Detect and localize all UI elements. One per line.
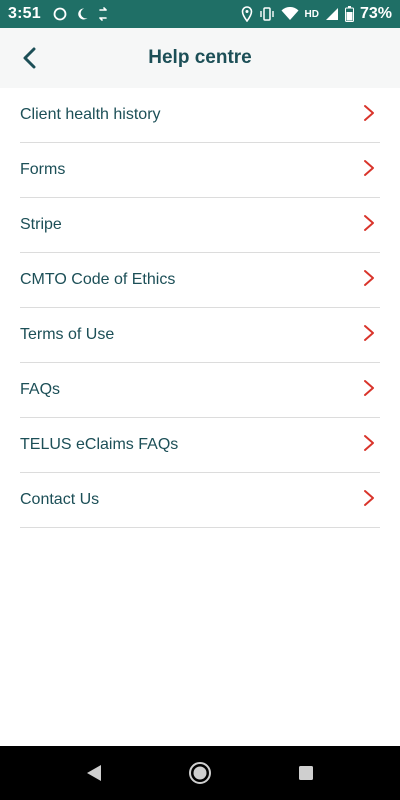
status-right-icons: HD 73%: [241, 5, 392, 23]
wifi-icon: [281, 7, 299, 21]
nav-back-button[interactable]: [80, 759, 108, 787]
menu-item-telus-eclaims-faqs[interactable]: TELUS eClaims FAQs: [20, 418, 380, 473]
vibrate-icon: [259, 7, 275, 21]
chevron-right-icon: [362, 269, 380, 292]
menu-item-label: Contact Us: [20, 491, 100, 508]
network-type: HD: [304, 8, 319, 20]
sync-icon: [97, 7, 109, 21]
page-title: Help centre: [148, 47, 252, 68]
chevron-right-icon: [362, 434, 380, 457]
chevron-right-icon: [362, 159, 380, 182]
recents-square-icon: [297, 764, 315, 782]
help-menu-list: Client health history Forms Stripe CMTO …: [20, 88, 380, 528]
back-chevron-icon: [22, 47, 38, 69]
location-icon: [241, 6, 253, 22]
help-centre-screen: 3:51 HD 73% Help centre Client health hi…: [0, 0, 400, 800]
battery-percent: 73%: [359, 5, 392, 22]
chevron-right-icon: [362, 489, 380, 512]
nav-recents-button[interactable]: [292, 759, 320, 787]
menu-item-label: FAQs: [20, 381, 61, 398]
app-header: Help centre: [0, 28, 400, 88]
chevron-right-icon: [362, 104, 380, 127]
signal-icon: [325, 7, 339, 21]
circle-icon: [53, 7, 67, 21]
chevron-right-icon: [362, 214, 380, 237]
back-button[interactable]: [14, 42, 46, 74]
nav-home-button[interactable]: [186, 759, 214, 787]
status-bar: 3:51 HD 73%: [0, 0, 400, 28]
chevron-right-icon: [362, 324, 380, 347]
menu-item-label: Stripe: [20, 216, 62, 233]
chevron-right-icon: [362, 379, 380, 402]
menu-item-label: Terms of Use: [20, 326, 115, 343]
menu-item-stripe[interactable]: Stripe: [20, 198, 380, 253]
menu-item-terms-of-use[interactable]: Terms of Use: [20, 308, 380, 363]
moon-icon: [75, 7, 89, 21]
menu-item-forms[interactable]: Forms: [20, 143, 380, 198]
menu-item-label: Forms: [20, 161, 66, 178]
status-left-icons: [53, 7, 109, 21]
home-circle-icon: [188, 761, 212, 785]
menu-item-label: TELUS eClaims FAQs: [20, 436, 179, 453]
status-time: 3:51: [8, 5, 41, 22]
menu-item-label: CMTO Code of Ethics: [20, 271, 176, 288]
menu-item-faqs[interactable]: FAQs: [20, 363, 380, 418]
system-nav-bar: [0, 746, 400, 800]
menu-item-label: Client health history: [20, 106, 161, 123]
menu-item-cmto-code-of-ethics[interactable]: CMTO Code of Ethics: [20, 253, 380, 308]
back-triangle-icon: [85, 763, 103, 783]
menu-item-client-health-history[interactable]: Client health history: [20, 88, 380, 143]
battery-icon: [344, 6, 354, 22]
menu-item-contact-us[interactable]: Contact Us: [20, 473, 380, 528]
